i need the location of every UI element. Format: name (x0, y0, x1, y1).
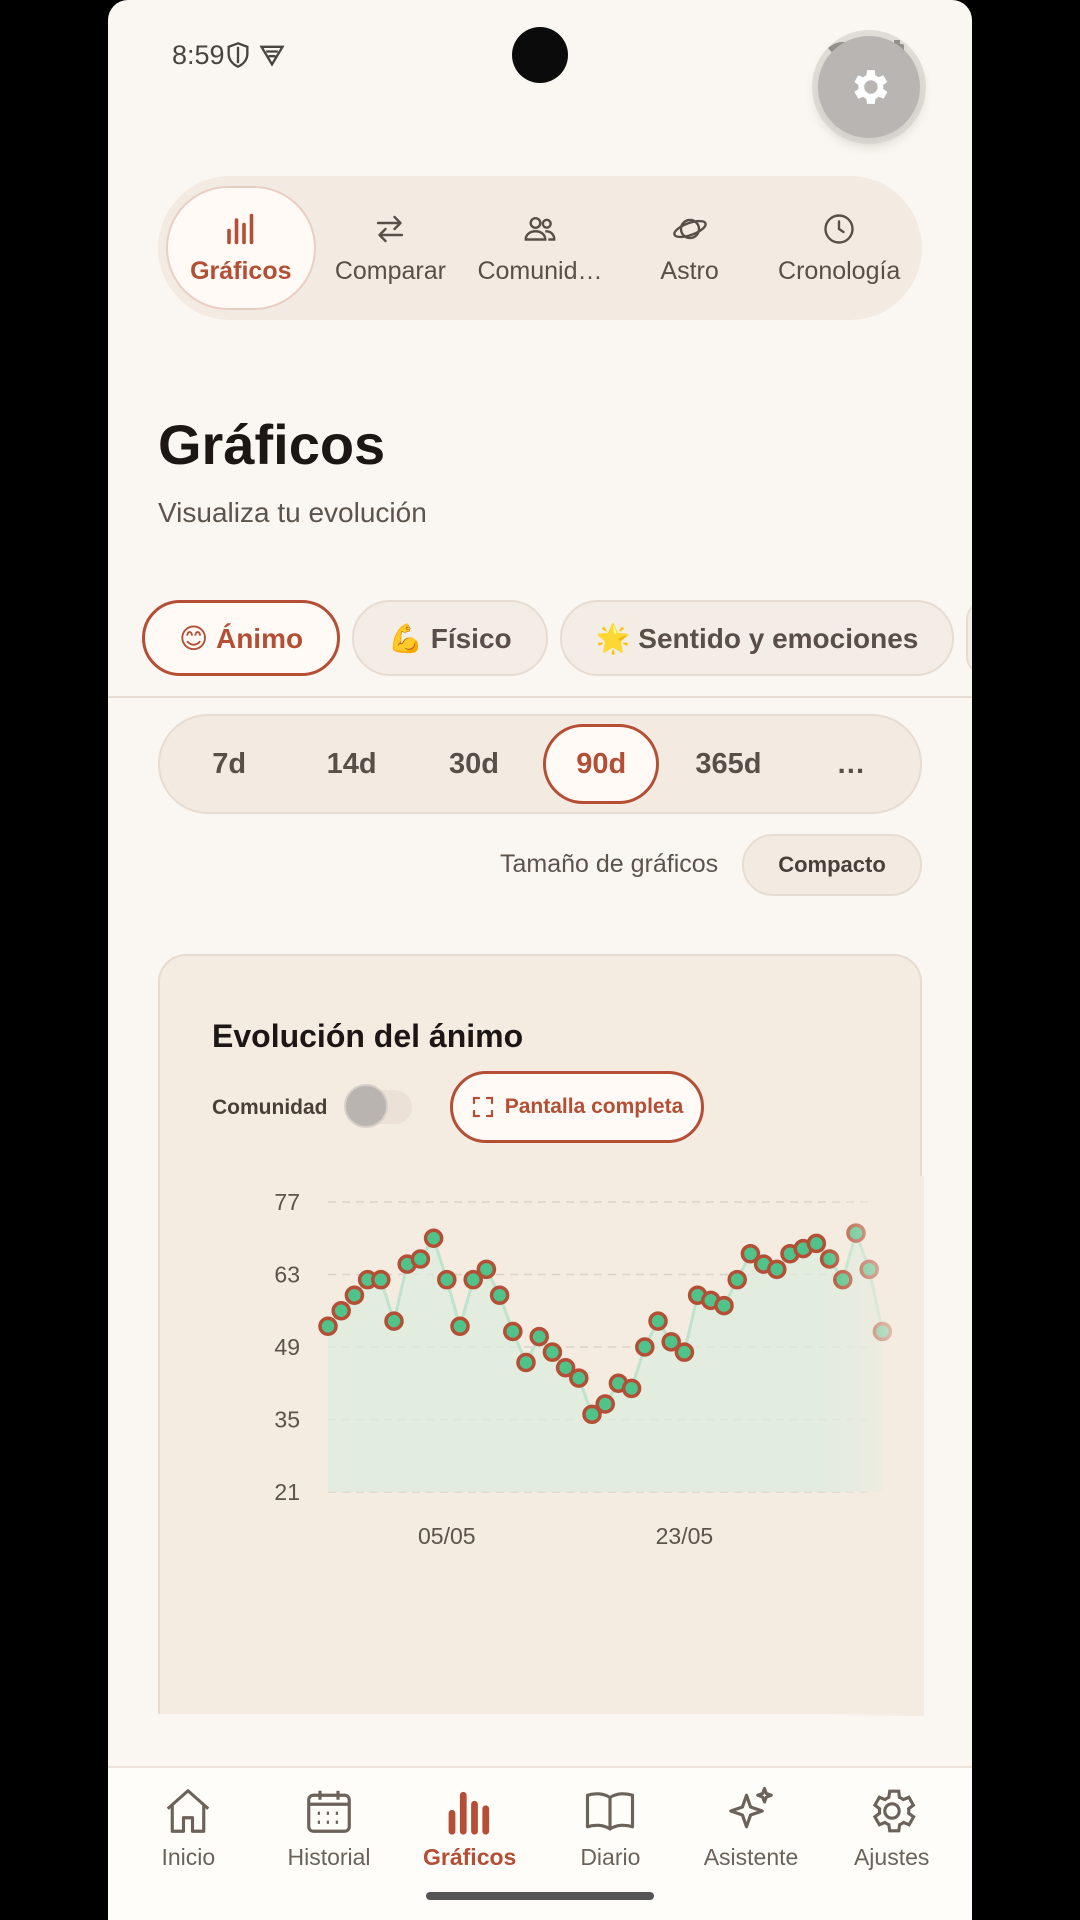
data-point (489, 1285, 510, 1305)
tab-label: Comunid… (477, 256, 603, 285)
sparkles-icon (729, 1786, 773, 1829)
vpn-icon (259, 45, 285, 67)
camera-cutout (512, 27, 568, 83)
data-point (318, 1316, 338, 1337)
y-tick-label: 63 (274, 1262, 300, 1288)
toggle-knob (344, 1084, 388, 1128)
period-365d[interactable]: 365d (667, 724, 789, 804)
top-tab-bar: Gráficos Comparar Comunid… Astro Cronolo… (158, 176, 922, 320)
community-toggle[interactable] (344, 1084, 412, 1128)
y-tick-label: 35 (274, 1407, 300, 1433)
x-tick-label: 05/05 (418, 1523, 476, 1549)
divider (108, 696, 972, 698)
data-point (542, 1342, 563, 1362)
bar-chart-icon (226, 213, 254, 244)
chip-animo[interactable]: 😊 Ánimo (142, 600, 341, 676)
period-7d[interactable]: 7d (168, 724, 290, 804)
gear-icon (872, 1789, 916, 1833)
data-point (331, 1301, 351, 1321)
fullscreen-button[interactable]: Pantalla completa (450, 1071, 704, 1143)
nav-label: Diario (580, 1844, 641, 1870)
nav-label: Gráficos (423, 1844, 517, 1870)
y-tick-label: 77 (274, 1189, 300, 1215)
nav-historial[interactable]: Historial (259, 1768, 400, 1920)
data-point (371, 1269, 391, 1290)
data-point (529, 1326, 549, 1347)
floating-settings-button[interactable] (818, 36, 920, 138)
calendar-icon (307, 1790, 351, 1833)
data-point (569, 1368, 589, 1388)
category-chip-row: 😊 Ánimo 💪 Físico 🌟 Sentido y emociones (142, 600, 972, 678)
x-tick-label: 23/05 (656, 1523, 714, 1549)
data-point (767, 1259, 787, 1280)
chart-fade-overlay (822, 1176, 924, 1716)
nav-inicio[interactable]: Inicio (118, 1768, 259, 1920)
data-point (423, 1228, 444, 1248)
data-point (727, 1269, 747, 1290)
data-point (516, 1352, 536, 1373)
book-icon (586, 1792, 635, 1831)
fullscreen-icon (472, 1096, 493, 1118)
page-subtitle: Visualiza tu evolución (158, 497, 427, 528)
period-30d[interactable]: 30d (413, 724, 535, 804)
nav-ajustes[interactable]: Ajustes (821, 1768, 962, 1920)
home-icon (167, 1789, 210, 1833)
data-point (450, 1316, 470, 1337)
community-label: Comunidad (212, 1096, 328, 1119)
mood-chart-card: 77 63 49 35 21 05/05 23/05 Evolución del ánimo… (158, 954, 924, 1716)
data-point (503, 1321, 523, 1342)
fullscreen-label: Pantalla completa (504, 1095, 684, 1118)
chip-sentido-emociones[interactable]: 🌟 Sentido y emociones (559, 600, 955, 676)
tab-label: Gráficos (190, 256, 292, 285)
tab-comunidad[interactable]: Comunid… (465, 186, 615, 310)
mood-line-chart: 77 63 49 35 21 05/05 23/05 (274, 1176, 924, 1716)
planet-icon (672, 218, 707, 239)
clock-icon (824, 213, 854, 244)
bar-chart-icon (448, 1791, 489, 1835)
home-indicator (426, 1892, 654, 1900)
nav-label: Inicio (161, 1844, 216, 1870)
page-title: Gráficos (158, 413, 386, 476)
app-screen: 8:59 Gráficos Comparar Comunid… Astro Cr… (108, 0, 972, 1920)
period-90d[interactable]: 90d (543, 724, 660, 804)
gear-icon (854, 70, 888, 104)
status-time: 8:59 (172, 40, 225, 70)
data-point (410, 1249, 431, 1269)
chip-fisico[interactable]: 💪 Físico (352, 600, 548, 676)
data-point (476, 1259, 497, 1280)
nav-label: Asistente (703, 1844, 799, 1870)
y-tick-label: 21 (274, 1479, 300, 1505)
data-point (621, 1378, 642, 1399)
tab-label: Cronología (778, 256, 901, 285)
data-point (344, 1285, 365, 1305)
data-point (384, 1311, 404, 1331)
data-point (674, 1342, 695, 1362)
chart-size-button[interactable]: Compacto (742, 834, 922, 896)
nav-label: Historial (287, 1844, 371, 1870)
swap-arrows-icon (377, 215, 404, 242)
people-icon (524, 216, 556, 241)
card-title: Evolución del ánimo (212, 1018, 524, 1054)
period-14d[interactable]: 14d (290, 724, 412, 804)
chart-size-label: Tamaño de gráficos (500, 850, 719, 878)
data-point (648, 1311, 668, 1331)
tab-cronologia[interactable]: Cronología (764, 186, 914, 310)
nav-label: Ajustes (853, 1844, 930, 1870)
nav-asistente[interactable]: Asistente (681, 1768, 822, 1920)
chip-more-partial[interactable] (966, 600, 972, 676)
y-tick-label: 49 (274, 1334, 300, 1360)
data-point (595, 1394, 615, 1414)
shield-icon (227, 42, 249, 68)
period-selector: 7d 14d 30d 90d 365d … (158, 714, 922, 814)
tab-astro[interactable]: Astro (615, 186, 765, 310)
data-point (635, 1337, 655, 1357)
data-point (437, 1269, 457, 1290)
data-point (714, 1295, 734, 1316)
tab-label: Astro (660, 256, 719, 285)
period-more[interactable]: … (790, 724, 912, 804)
tab-label: Comparar (334, 256, 446, 285)
tab-graficos[interactable]: Gráficos (166, 186, 316, 310)
tab-comparar[interactable]: Comparar (316, 186, 466, 310)
